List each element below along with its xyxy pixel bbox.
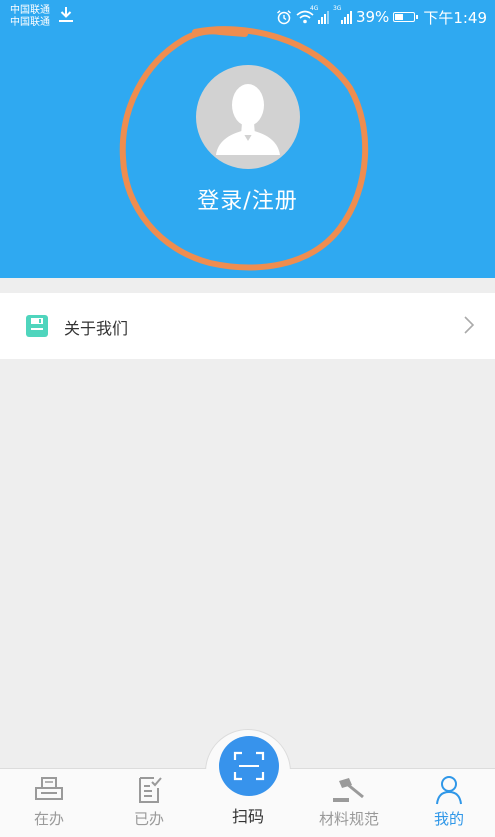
tab-in-progress-label: 在办 xyxy=(33,810,64,828)
save-icon xyxy=(26,315,48,337)
carrier-info: 中国联通 中国联通 xyxy=(10,5,50,29)
net-type-1: 4G xyxy=(309,5,319,12)
person-icon xyxy=(436,776,462,805)
tab-done[interactable]: 已办 xyxy=(104,775,194,835)
net-type-2: 3G xyxy=(332,5,342,12)
tab-scan-label[interactable]: 扫码 xyxy=(205,803,291,827)
gavel-icon xyxy=(333,778,364,802)
about-us-item[interactable]: 关于我们 xyxy=(0,293,495,359)
scan-button[interactable] xyxy=(219,736,279,796)
carrier-2: 中国联通 xyxy=(10,17,50,28)
about-us-label: 关于我们 xyxy=(64,319,129,338)
tab-material-spec[interactable]: 材料规范 xyxy=(304,775,394,835)
scan-icon xyxy=(233,751,265,781)
clock: 下午1:49 xyxy=(423,8,487,27)
checklist-icon xyxy=(139,777,162,803)
tab-mine[interactable]: 我的 xyxy=(404,775,494,835)
download-icon xyxy=(59,7,73,22)
tab-in-progress[interactable]: 在办 xyxy=(4,775,94,835)
printer-icon xyxy=(35,777,63,800)
carrier-1: 中国联通 xyxy=(10,5,50,16)
avatar[interactable] xyxy=(196,65,300,169)
login-register-link[interactable]: 登录/注册 xyxy=(0,183,495,215)
battery-icon xyxy=(393,12,419,22)
default-avatar-icon xyxy=(216,84,280,155)
tab-done-label: 已办 xyxy=(133,810,164,828)
profile-header: 中国联通 中国联通 4G 3G 39% 下午1:49 登录/注册 xyxy=(0,0,495,278)
tab-material-spec-label: 材料规范 xyxy=(318,810,379,828)
tab-mine-label: 我的 xyxy=(433,810,464,828)
chevron-right-icon xyxy=(464,316,475,334)
